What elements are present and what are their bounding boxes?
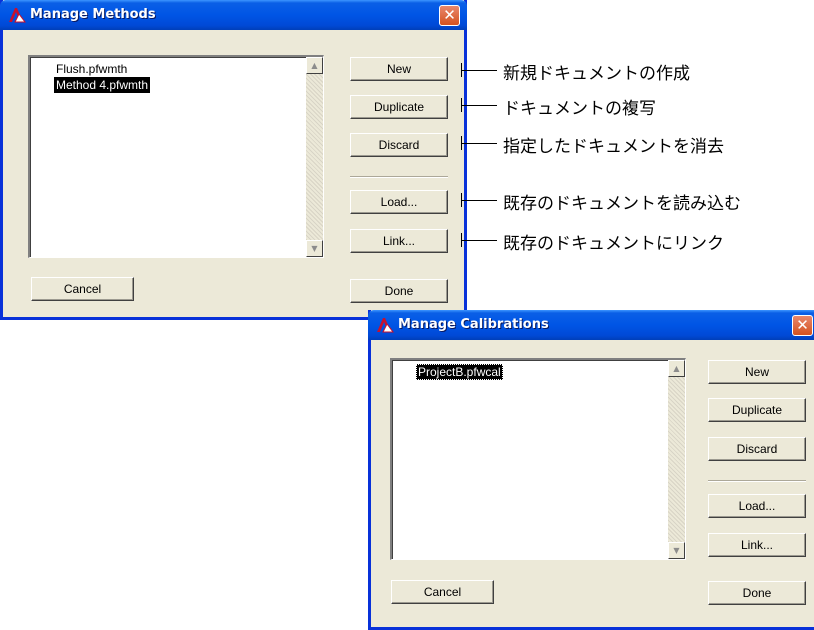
calibrations-scrollbar[interactable]: ▲ ▼ [668, 360, 685, 559]
calibrations-list: ProjectB.pfwcal [416, 364, 663, 380]
list-item[interactable]: Flush.pfwmth [54, 61, 301, 77]
methods-close-button[interactable]: ✕ [439, 5, 460, 26]
methods-done-button[interactable]: Done [350, 279, 448, 303]
scroll-down-icon[interactable]: ▼ [668, 542, 685, 559]
methods-cancel-button[interactable]: Cancel [31, 277, 134, 301]
app-logo-icon [9, 8, 26, 23]
methods-link-button[interactable]: Link... [350, 229, 448, 253]
annotation-discard: 指定したドキュメントを消去 [503, 137, 724, 157]
manage-calibrations-dialog: Manage Calibrations ✕ ProjectB.pfwcal ▲ … [368, 310, 814, 630]
methods-duplicate-button[interactable]: Duplicate [350, 95, 448, 119]
scroll-up-icon[interactable]: ▲ [306, 57, 323, 74]
annotation-line-load [461, 200, 497, 201]
calibrations-load-button[interactable]: Load... [708, 494, 806, 518]
calibrations-new-button[interactable]: New [708, 360, 806, 384]
annotation-link: 既存のドキュメントにリンク [503, 234, 724, 254]
methods-discard-button[interactable]: Discard [350, 133, 448, 157]
annotation-line-link [461, 240, 497, 241]
methods-title: Manage Methods [30, 7, 156, 22]
calibrations-title: Manage Calibrations [398, 317, 549, 332]
calibrations-done-button[interactable]: Done [708, 581, 806, 605]
list-item-selected[interactable]: ProjectB.pfwcal [416, 364, 503, 380]
calibrations-separator [708, 480, 806, 482]
manage-methods-dialog: Manage Methods ✕ Flush.pfwmth Method 4.p… [0, 0, 467, 320]
annotation-new: 新規ドキュメントの作成 [503, 64, 690, 84]
methods-scrollbar[interactable]: ▲ ▼ [306, 57, 323, 257]
annotation-line-duplicate [461, 105, 497, 106]
methods-load-button[interactable]: Load... [350, 190, 448, 214]
annotation-load: 既存のドキュメントを読み込む [503, 194, 741, 214]
calibrations-cancel-button[interactable]: Cancel [391, 580, 494, 604]
scroll-down-icon[interactable]: ▼ [306, 240, 323, 257]
calibrations-close-button[interactable]: ✕ [792, 315, 813, 336]
calibrations-duplicate-button[interactable]: Duplicate [708, 398, 806, 422]
calibrations-titlebar[interactable]: Manage Calibrations ✕ [368, 310, 814, 340]
list-item-selected[interactable]: Method 4.pfwmth [54, 77, 151, 93]
annotation-line-new [461, 70, 497, 71]
app-logo-icon [377, 318, 394, 333]
calibrations-discard-button[interactable]: Discard [708, 437, 806, 461]
methods-listbox[interactable]: Flush.pfwmth Method 4.pfwmth ▲ ▼ [28, 55, 324, 258]
methods-new-button[interactable]: New [350, 57, 448, 81]
methods-list: Flush.pfwmth Method 4.pfwmth [54, 61, 301, 93]
scroll-up-icon[interactable]: ▲ [668, 360, 685, 377]
methods-separator [350, 176, 448, 178]
calibrations-listbox[interactable]: ProjectB.pfwcal ▲ ▼ [390, 358, 686, 560]
methods-titlebar[interactable]: Manage Methods ✕ [0, 0, 467, 30]
annotation-line-discard [461, 143, 497, 144]
calibrations-link-button[interactable]: Link... [708, 533, 806, 557]
annotation-duplicate: ドキュメントの複写 [503, 99, 656, 119]
